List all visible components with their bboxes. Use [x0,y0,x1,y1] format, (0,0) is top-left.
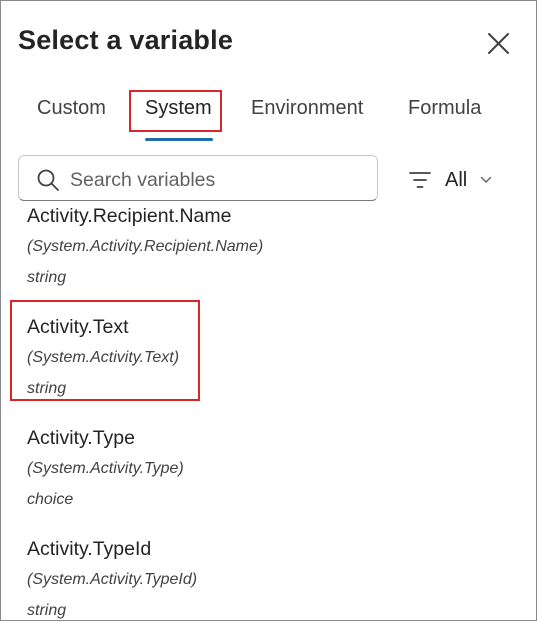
filter-lines-icon [409,172,431,188]
variable-path: (System.Activity.TypeId) [27,571,198,588]
search-input[interactable]: Search variables [18,155,378,201]
dialog-title: Select a variable [18,25,234,55]
variable-path: (System.Activity.Text) [27,349,180,366]
select-variable-dialog: Select a variable Custom System Environm… [0,0,537,621]
variable-type: string [27,269,67,286]
variable-type: choice [27,491,74,508]
search-icon [37,169,59,191]
tab-custom[interactable]: Custom [37,97,106,120]
variable-type: string [27,380,67,397]
variable-list[interactable]: Activity.Recipient.Name (System.Activity… [1,201,536,620]
variable-name: Activity.TypeId [27,538,152,560]
close-icon [488,33,509,54]
variable-name: Activity.Recipient.Name [27,205,232,227]
selected-tab-indicator [145,138,213,141]
close-button[interactable] [481,27,515,61]
chevron-down-icon [480,176,492,183]
tab-formula[interactable]: Formula [408,97,481,120]
tab-list: Custom System Environment Formula [1,89,536,145]
variable-name: Activity.Text [27,316,129,338]
variable-path: (System.Activity.Recipient.Name) [27,238,264,255]
variable-name: Activity.Type [27,427,136,449]
search-placeholder: Search variables [70,169,216,191]
variable-path: (System.Activity.Type) [27,460,184,477]
tab-system-highlight [129,90,222,132]
variable-type: string [27,602,67,619]
filter-label: All [445,169,468,191]
tab-environment[interactable]: Environment [251,97,363,120]
